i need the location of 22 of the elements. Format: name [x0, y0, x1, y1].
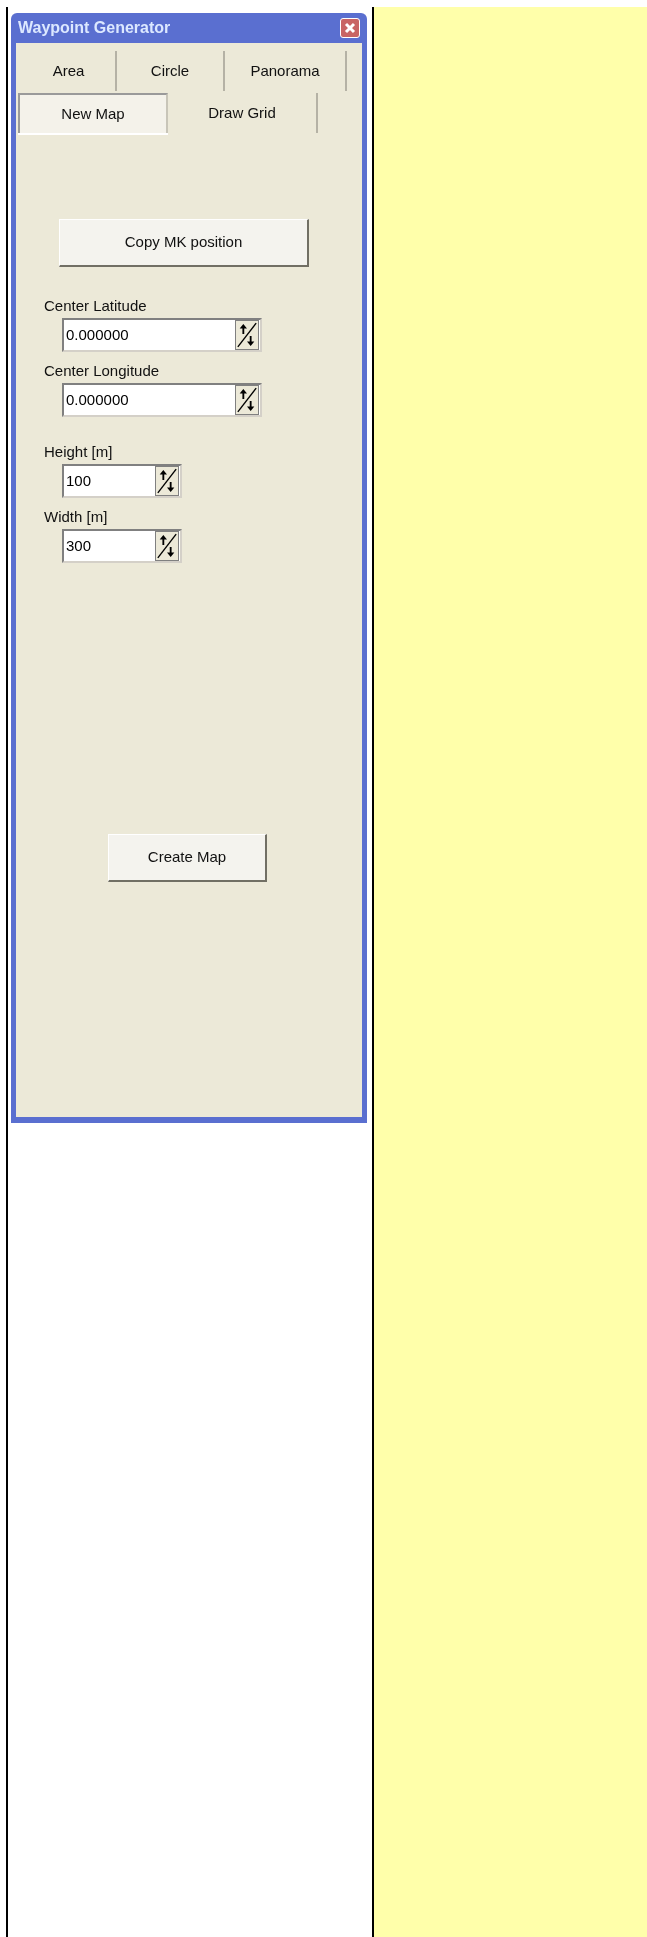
spin-field[interactable]: 0.000000	[62, 383, 262, 417]
spin-arrows-icon[interactable]	[155, 466, 179, 496]
spin-arrows-icon[interactable]	[235, 385, 259, 415]
spin-field[interactable]: 100	[62, 464, 182, 498]
field-label: Center Latitude	[44, 297, 148, 315]
field-label: Width [m]	[44, 508, 109, 526]
window-title: Waypoint Generator	[18, 18, 171, 38]
spin-field[interactable]: 300	[62, 529, 182, 563]
spin-field[interactable]: 0.000000	[62, 318, 262, 352]
field-label: Center Longitude	[44, 362, 161, 380]
field-value: 0.000000	[65, 324, 129, 345]
spin-arrows-icon[interactable]	[235, 320, 259, 350]
close-icon	[344, 22, 356, 34]
field-value: 100	[65, 470, 92, 491]
field-label: Height [m]	[44, 443, 114, 461]
close-button[interactable]	[340, 18, 360, 38]
field-value: 0.000000	[65, 389, 129, 410]
spin-arrows-icon[interactable]	[155, 531, 179, 561]
field-value: 300	[65, 535, 92, 556]
tab[interactable]: New Map	[18, 93, 168, 133]
copy-position-button[interactable]: Copy MK position	[59, 219, 309, 267]
create-map-button[interactable]: Create Map	[108, 834, 267, 882]
